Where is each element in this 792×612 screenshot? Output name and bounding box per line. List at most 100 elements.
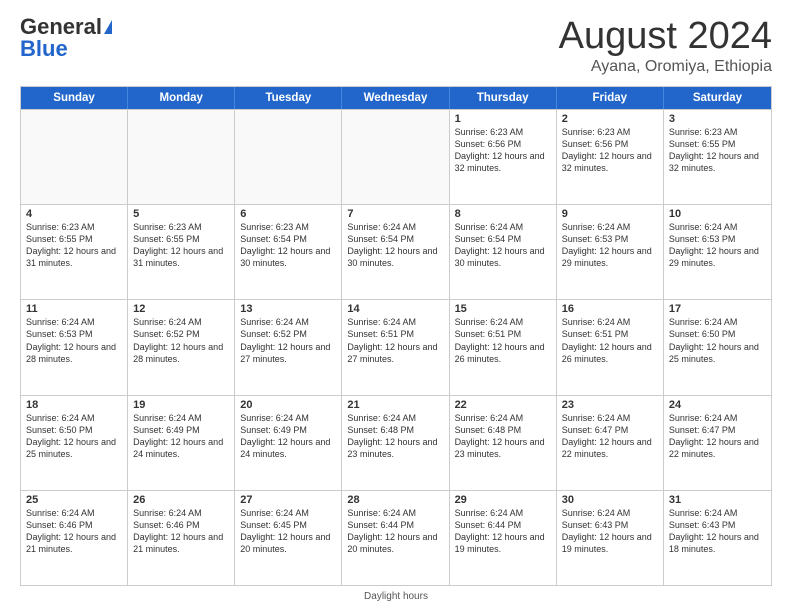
calendar-location: Ayana, Oromiya, Ethiopia bbox=[559, 58, 772, 76]
logo-triangle-icon bbox=[104, 20, 112, 34]
day-info: Sunrise: 6:23 AMSunset: 6:55 PMDaylight:… bbox=[133, 221, 229, 270]
day-number: 26 bbox=[133, 494, 229, 506]
day-number: 15 bbox=[455, 303, 551, 315]
header-day-thursday: Thursday bbox=[450, 87, 557, 109]
day-number: 11 bbox=[26, 303, 122, 315]
calendar-title: August 2024 bbox=[559, 16, 772, 58]
calendar-cell: 10Sunrise: 6:24 AMSunset: 6:53 PMDayligh… bbox=[664, 205, 771, 299]
day-info: Sunrise: 6:23 AMSunset: 6:56 PMDaylight:… bbox=[455, 126, 551, 175]
day-number: 24 bbox=[669, 399, 766, 411]
calendar-cell: 17Sunrise: 6:24 AMSunset: 6:50 PMDayligh… bbox=[664, 300, 771, 394]
day-number: 10 bbox=[669, 208, 766, 220]
calendar-cell: 8Sunrise: 6:24 AMSunset: 6:54 PMDaylight… bbox=[450, 205, 557, 299]
calendar-cell: 16Sunrise: 6:24 AMSunset: 6:51 PMDayligh… bbox=[557, 300, 664, 394]
day-number: 12 bbox=[133, 303, 229, 315]
calendar-cell: 15Sunrise: 6:24 AMSunset: 6:51 PMDayligh… bbox=[450, 300, 557, 394]
day-info: Sunrise: 6:23 AMSunset: 6:55 PMDaylight:… bbox=[669, 126, 766, 175]
calendar-cell: 29Sunrise: 6:24 AMSunset: 6:44 PMDayligh… bbox=[450, 491, 557, 585]
day-number: 1 bbox=[455, 113, 551, 125]
day-info: Sunrise: 6:23 AMSunset: 6:56 PMDaylight:… bbox=[562, 126, 658, 175]
day-info: Sunrise: 6:24 AMSunset: 6:50 PMDaylight:… bbox=[26, 412, 122, 461]
calendar-cell bbox=[128, 110, 235, 204]
calendar-cell: 28Sunrise: 6:24 AMSunset: 6:44 PMDayligh… bbox=[342, 491, 449, 585]
day-info: Sunrise: 6:24 AMSunset: 6:51 PMDaylight:… bbox=[562, 316, 658, 365]
day-info: Sunrise: 6:24 AMSunset: 6:44 PMDaylight:… bbox=[455, 507, 551, 556]
calendar-cell bbox=[342, 110, 449, 204]
calendar-cell: 30Sunrise: 6:24 AMSunset: 6:43 PMDayligh… bbox=[557, 491, 664, 585]
calendar-cell: 24Sunrise: 6:24 AMSunset: 6:47 PMDayligh… bbox=[664, 396, 771, 490]
day-number: 22 bbox=[455, 399, 551, 411]
calendar-cell: 1Sunrise: 6:23 AMSunset: 6:56 PMDaylight… bbox=[450, 110, 557, 204]
day-info: Sunrise: 6:24 AMSunset: 6:53 PMDaylight:… bbox=[26, 316, 122, 365]
day-number: 14 bbox=[347, 303, 443, 315]
logo: General Blue bbox=[20, 16, 112, 60]
calendar-cell: 9Sunrise: 6:24 AMSunset: 6:53 PMDaylight… bbox=[557, 205, 664, 299]
calendar-body: 1Sunrise: 6:23 AMSunset: 6:56 PMDaylight… bbox=[21, 109, 771, 585]
header-day-tuesday: Tuesday bbox=[235, 87, 342, 109]
day-number: 31 bbox=[669, 494, 766, 506]
calendar-cell: 11Sunrise: 6:24 AMSunset: 6:53 PMDayligh… bbox=[21, 300, 128, 394]
day-number: 2 bbox=[562, 113, 658, 125]
day-info: Sunrise: 6:24 AMSunset: 6:49 PMDaylight:… bbox=[240, 412, 336, 461]
day-number: 25 bbox=[26, 494, 122, 506]
day-info: Sunrise: 6:24 AMSunset: 6:44 PMDaylight:… bbox=[347, 507, 443, 556]
footer-text: Daylight hours bbox=[364, 591, 428, 602]
day-number: 7 bbox=[347, 208, 443, 220]
day-number: 13 bbox=[240, 303, 336, 315]
calendar-cell: 5Sunrise: 6:23 AMSunset: 6:55 PMDaylight… bbox=[128, 205, 235, 299]
day-info: Sunrise: 6:24 AMSunset: 6:46 PMDaylight:… bbox=[26, 507, 122, 556]
day-number: 4 bbox=[26, 208, 122, 220]
calendar-cell: 27Sunrise: 6:24 AMSunset: 6:45 PMDayligh… bbox=[235, 491, 342, 585]
header-day-wednesday: Wednesday bbox=[342, 87, 449, 109]
day-info: Sunrise: 6:24 AMSunset: 6:52 PMDaylight:… bbox=[133, 316, 229, 365]
day-number: 20 bbox=[240, 399, 336, 411]
calendar-cell: 25Sunrise: 6:24 AMSunset: 6:46 PMDayligh… bbox=[21, 491, 128, 585]
day-number: 9 bbox=[562, 208, 658, 220]
day-number: 29 bbox=[455, 494, 551, 506]
title-section: August 2024 Ayana, Oromiya, Ethiopia bbox=[559, 16, 772, 76]
calendar-cell: 20Sunrise: 6:24 AMSunset: 6:49 PMDayligh… bbox=[235, 396, 342, 490]
day-number: 19 bbox=[133, 399, 229, 411]
calendar-header: SundayMondayTuesdayWednesdayThursdayFrid… bbox=[21, 87, 771, 109]
calendar-cell: 2Sunrise: 6:23 AMSunset: 6:56 PMDaylight… bbox=[557, 110, 664, 204]
calendar-cell: 3Sunrise: 6:23 AMSunset: 6:55 PMDaylight… bbox=[664, 110, 771, 204]
day-number: 28 bbox=[347, 494, 443, 506]
page: General Blue August 2024 Ayana, Oromiya,… bbox=[0, 0, 792, 612]
day-info: Sunrise: 6:24 AMSunset: 6:43 PMDaylight:… bbox=[562, 507, 658, 556]
day-info: Sunrise: 6:24 AMSunset: 6:51 PMDaylight:… bbox=[455, 316, 551, 365]
calendar-cell: 21Sunrise: 6:24 AMSunset: 6:48 PMDayligh… bbox=[342, 396, 449, 490]
day-info: Sunrise: 6:24 AMSunset: 6:47 PMDaylight:… bbox=[669, 412, 766, 461]
day-info: Sunrise: 6:24 AMSunset: 6:54 PMDaylight:… bbox=[347, 221, 443, 270]
day-info: Sunrise: 6:24 AMSunset: 6:48 PMDaylight:… bbox=[347, 412, 443, 461]
calendar-cell: 19Sunrise: 6:24 AMSunset: 6:49 PMDayligh… bbox=[128, 396, 235, 490]
calendar-cell: 18Sunrise: 6:24 AMSunset: 6:50 PMDayligh… bbox=[21, 396, 128, 490]
calendar-cell: 7Sunrise: 6:24 AMSunset: 6:54 PMDaylight… bbox=[342, 205, 449, 299]
day-info: Sunrise: 6:24 AMSunset: 6:49 PMDaylight:… bbox=[133, 412, 229, 461]
day-number: 8 bbox=[455, 208, 551, 220]
header-day-monday: Monday bbox=[128, 87, 235, 109]
day-info: Sunrise: 6:24 AMSunset: 6:46 PMDaylight:… bbox=[133, 507, 229, 556]
day-number: 16 bbox=[562, 303, 658, 315]
calendar-week-2: 4 Sunrise: 6:23 AMSunset: 6:55 PMDaylight… bbox=[21, 204, 771, 299]
calendar: SundayMondayTuesdayWednesdayThursdayFrid… bbox=[20, 86, 772, 586]
day-number: 30 bbox=[562, 494, 658, 506]
calendar-week-4: 18Sunrise: 6:24 AMSunset: 6:50 PMDayligh… bbox=[21, 395, 771, 490]
header-day-sunday: Sunday bbox=[21, 87, 128, 109]
day-info: Sunrise: 6:24 AMSunset: 6:48 PMDaylight:… bbox=[455, 412, 551, 461]
calendar-cell: 23Sunrise: 6:24 AMSunset: 6:47 PMDayligh… bbox=[557, 396, 664, 490]
footer: Daylight hours bbox=[20, 591, 772, 602]
day-info: Sunrise: 6:24 AMSunset: 6:43 PMDaylight:… bbox=[669, 507, 766, 556]
calendar-cell: 22Sunrise: 6:24 AMSunset: 6:48 PMDayligh… bbox=[450, 396, 557, 490]
day-number: 3 bbox=[669, 113, 766, 125]
calendar-cell: 4Sunrise: 6:23 AMSunset: 6:55 PMDaylight… bbox=[21, 205, 128, 299]
calendar-cell: 14Sunrise: 6:24 AMSunset: 6:51 PMDayligh… bbox=[342, 300, 449, 394]
calendar-week-1: 1Sunrise: 6:23 AMSunset: 6:56 PMDaylight… bbox=[21, 109, 771, 204]
day-number: 18 bbox=[26, 399, 122, 411]
day-number: 21 bbox=[347, 399, 443, 411]
day-number: 23 bbox=[562, 399, 658, 411]
day-info: Sunrise: 6:24 AMSunset: 6:53 PMDaylight:… bbox=[669, 221, 766, 270]
calendar-cell: 26Sunrise: 6:24 AMSunset: 6:46 PMDayligh… bbox=[128, 491, 235, 585]
calendar-cell bbox=[235, 110, 342, 204]
calendar-cell: 31Sunrise: 6:24 AMSunset: 6:43 PMDayligh… bbox=[664, 491, 771, 585]
day-number: 5 bbox=[133, 208, 229, 220]
